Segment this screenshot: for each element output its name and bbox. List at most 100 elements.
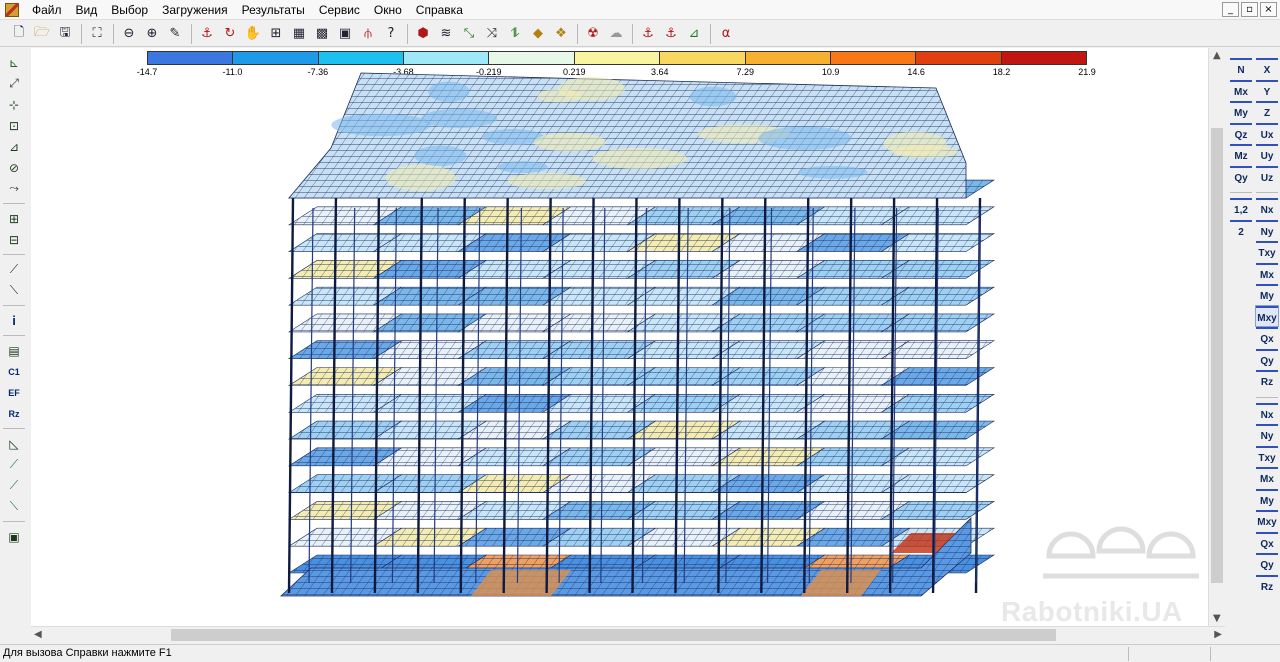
fit-icon[interactable]: ⛶ <box>86 23 108 45</box>
support-icon[interactable]: ⫛ <box>357 23 379 45</box>
force-icon[interactable]: ⤡ <box>458 23 480 45</box>
horizontal-scrollbar[interactable]: ◀ ▶ <box>31 626 1225 643</box>
report-icon[interactable]: ▣ <box>3 526 25 547</box>
link2-icon[interactable]: ⟋ <box>3 475 25 496</box>
field-ux-button[interactable]: Ux <box>1256 122 1278 143</box>
link-icon[interactable]: ⟋ <box>3 454 25 475</box>
c1-icon[interactable]: C1 <box>3 361 25 382</box>
vertical-scrollbar[interactable]: ▲ ▼ <box>1208 48 1225 626</box>
node-edit-icon[interactable]: ⊿ <box>3 136 25 157</box>
anchor2-icon[interactable]: ⚓ <box>637 23 659 45</box>
field-txy-button[interactable]: Txy <box>1256 445 1278 466</box>
field-mx-button[interactable]: Mx <box>1256 467 1278 487</box>
field-qy-button[interactable]: Qy <box>1256 553 1278 573</box>
section-icon[interactable]: ◺ <box>3 433 25 454</box>
anchor3-icon[interactable]: ⚓ <box>660 23 682 45</box>
node-select-icon[interactable]: ⊡ <box>3 115 25 136</box>
frame-grid-icon[interactable]: ⊞ <box>3 208 25 229</box>
result-my-button[interactable]: My <box>1230 101 1252 121</box>
result-12-button[interactable]: 1,2 <box>1230 198 1252 218</box>
node-move-icon[interactable]: ⤢ <box>3 73 25 94</box>
field-nx-button[interactable]: Nx <box>1256 402 1278 423</box>
frame-grid2-icon[interactable]: ⊟ <box>3 229 25 250</box>
field-qy-button[interactable]: Qy <box>1256 348 1278 369</box>
cloud-icon[interactable]: ❖ <box>550 23 572 45</box>
cloud-gray-icon[interactable]: ☁ <box>605 23 627 45</box>
fill-icon[interactable]: ▩ <box>311 23 333 45</box>
field-ny-button[interactable]: Ny <box>1256 424 1278 444</box>
field-qx-button[interactable]: Qx <box>1256 327 1278 347</box>
field-rz-button[interactable]: Rz <box>1256 574 1278 595</box>
alpha-icon[interactable]: α <box>715 23 737 45</box>
menu-select[interactable]: Выбор <box>104 0 155 20</box>
field-ny-button[interactable]: Ny <box>1256 219 1278 240</box>
shell-icon[interactable]: ⥮ <box>504 23 526 45</box>
field-nx-button[interactable]: Nx <box>1256 198 1278 218</box>
scroll-down-icon[interactable]: ▼ <box>1213 613 1221 624</box>
result-mx-button[interactable]: Mx <box>1230 79 1252 100</box>
ef-icon[interactable]: EF <box>3 382 25 403</box>
field-uz-button[interactable]: Uz <box>1256 165 1278 186</box>
result-2-button[interactable]: 2 <box>1230 219 1252 240</box>
horizontal-scroll-thumb[interactable] <box>171 629 1056 641</box>
results-icon[interactable]: ☢ <box>582 23 604 45</box>
field-my-button[interactable]: My <box>1256 284 1278 304</box>
menu-window[interactable]: Окно <box>367 0 409 20</box>
menu-service[interactable]: Сервис <box>312 0 367 20</box>
field-z-button[interactable]: Z <box>1256 101 1278 121</box>
result-n-button[interactable]: N <box>1230 58 1252 78</box>
deform-icon[interactable]: ⤨ <box>481 23 503 45</box>
help-icon[interactable]: ? <box>380 23 402 45</box>
field-txy-button[interactable]: Txy <box>1256 241 1278 261</box>
menu-help[interactable]: Справка <box>409 0 470 20</box>
model-canvas[interactable]: -14.7 -11.0 -7.36 -3.68 -0.219 0.219 3.6… <box>31 48 1208 626</box>
field-rz-button[interactable]: Rz <box>1256 370 1278 390</box>
zoom-in-icon[interactable]: ⊕ <box>141 23 163 45</box>
node-link-icon[interactable]: ⤳ <box>3 178 25 199</box>
hand-icon[interactable]: ✋ <box>242 23 264 45</box>
field-qx-button[interactable]: Qx <box>1256 531 1278 552</box>
axes-icon[interactable]: ⊾ <box>3 52 25 73</box>
menu-loads[interactable]: Загружения <box>155 0 235 20</box>
save-icon[interactable]: 🖫 <box>54 23 76 45</box>
vertical-scroll-thumb[interactable] <box>1211 128 1223 583</box>
info-icon[interactable]: i <box>3 310 25 331</box>
restore-button[interactable]: ▫ <box>1241 2 1258 17</box>
mesh-icon[interactable]: ▣ <box>334 23 356 45</box>
anchor-icon[interactable]: ⚓ <box>196 23 218 45</box>
scroll-up-icon[interactable]: ▲ <box>1213 50 1221 61</box>
field-mx-button[interactable]: Mx <box>1256 262 1278 283</box>
beam-icon[interactable]: ≋ <box>435 23 457 45</box>
field-mxy-button[interactable]: Mxy <box>1256 510 1278 530</box>
field-y-button[interactable]: Y <box>1256 79 1278 100</box>
axis-icon[interactable]: ⊿ <box>683 23 705 45</box>
element2-icon[interactable]: ⟍ <box>3 280 25 301</box>
table-icon[interactable]: ▤ <box>3 340 25 361</box>
rz-icon[interactable]: Rz <box>3 403 25 424</box>
node-delete-icon[interactable]: ⊘ <box>3 157 25 178</box>
app-icon[interactable] <box>5 2 19 17</box>
result-qy-button[interactable]: Qy <box>1230 165 1252 186</box>
zoom-out-icon[interactable]: ⊖ <box>118 23 140 45</box>
scroll-right-icon[interactable]: ▶ <box>1214 629 1222 640</box>
node-add-icon[interactable]: ⊹ <box>3 94 25 115</box>
link3-icon[interactable]: ⟍ <box>3 496 25 517</box>
field-x-button[interactable]: X <box>1256 58 1278 78</box>
menu-file[interactable]: Файл <box>25 0 69 20</box>
load-icon[interactable]: ⬢ <box>412 23 434 45</box>
frame-icon[interactable]: ⊞ <box>265 23 287 45</box>
field-uy-button[interactable]: Uy <box>1256 144 1278 164</box>
mass-icon[interactable]: ◆ <box>527 23 549 45</box>
result-mz-button[interactable]: Mz <box>1230 144 1252 164</box>
field-my-button[interactable]: My <box>1256 488 1278 509</box>
rotate-icon[interactable]: ↻ <box>219 23 241 45</box>
scroll-left-icon[interactable]: ◀ <box>34 629 42 640</box>
field-mxy-button[interactable]: Mxy <box>1255 304 1279 327</box>
menu-view[interactable]: Вид <box>69 0 105 20</box>
menu-results[interactable]: Результаты <box>235 0 312 20</box>
new-icon[interactable]: 🗋 <box>8 23 30 45</box>
element-icon[interactable]: ⟋ <box>3 259 25 280</box>
minimize-button[interactable]: _ <box>1222 2 1239 17</box>
pencil-icon[interactable]: ✎ <box>164 23 186 45</box>
close-button[interactable]: × <box>1260 2 1277 17</box>
